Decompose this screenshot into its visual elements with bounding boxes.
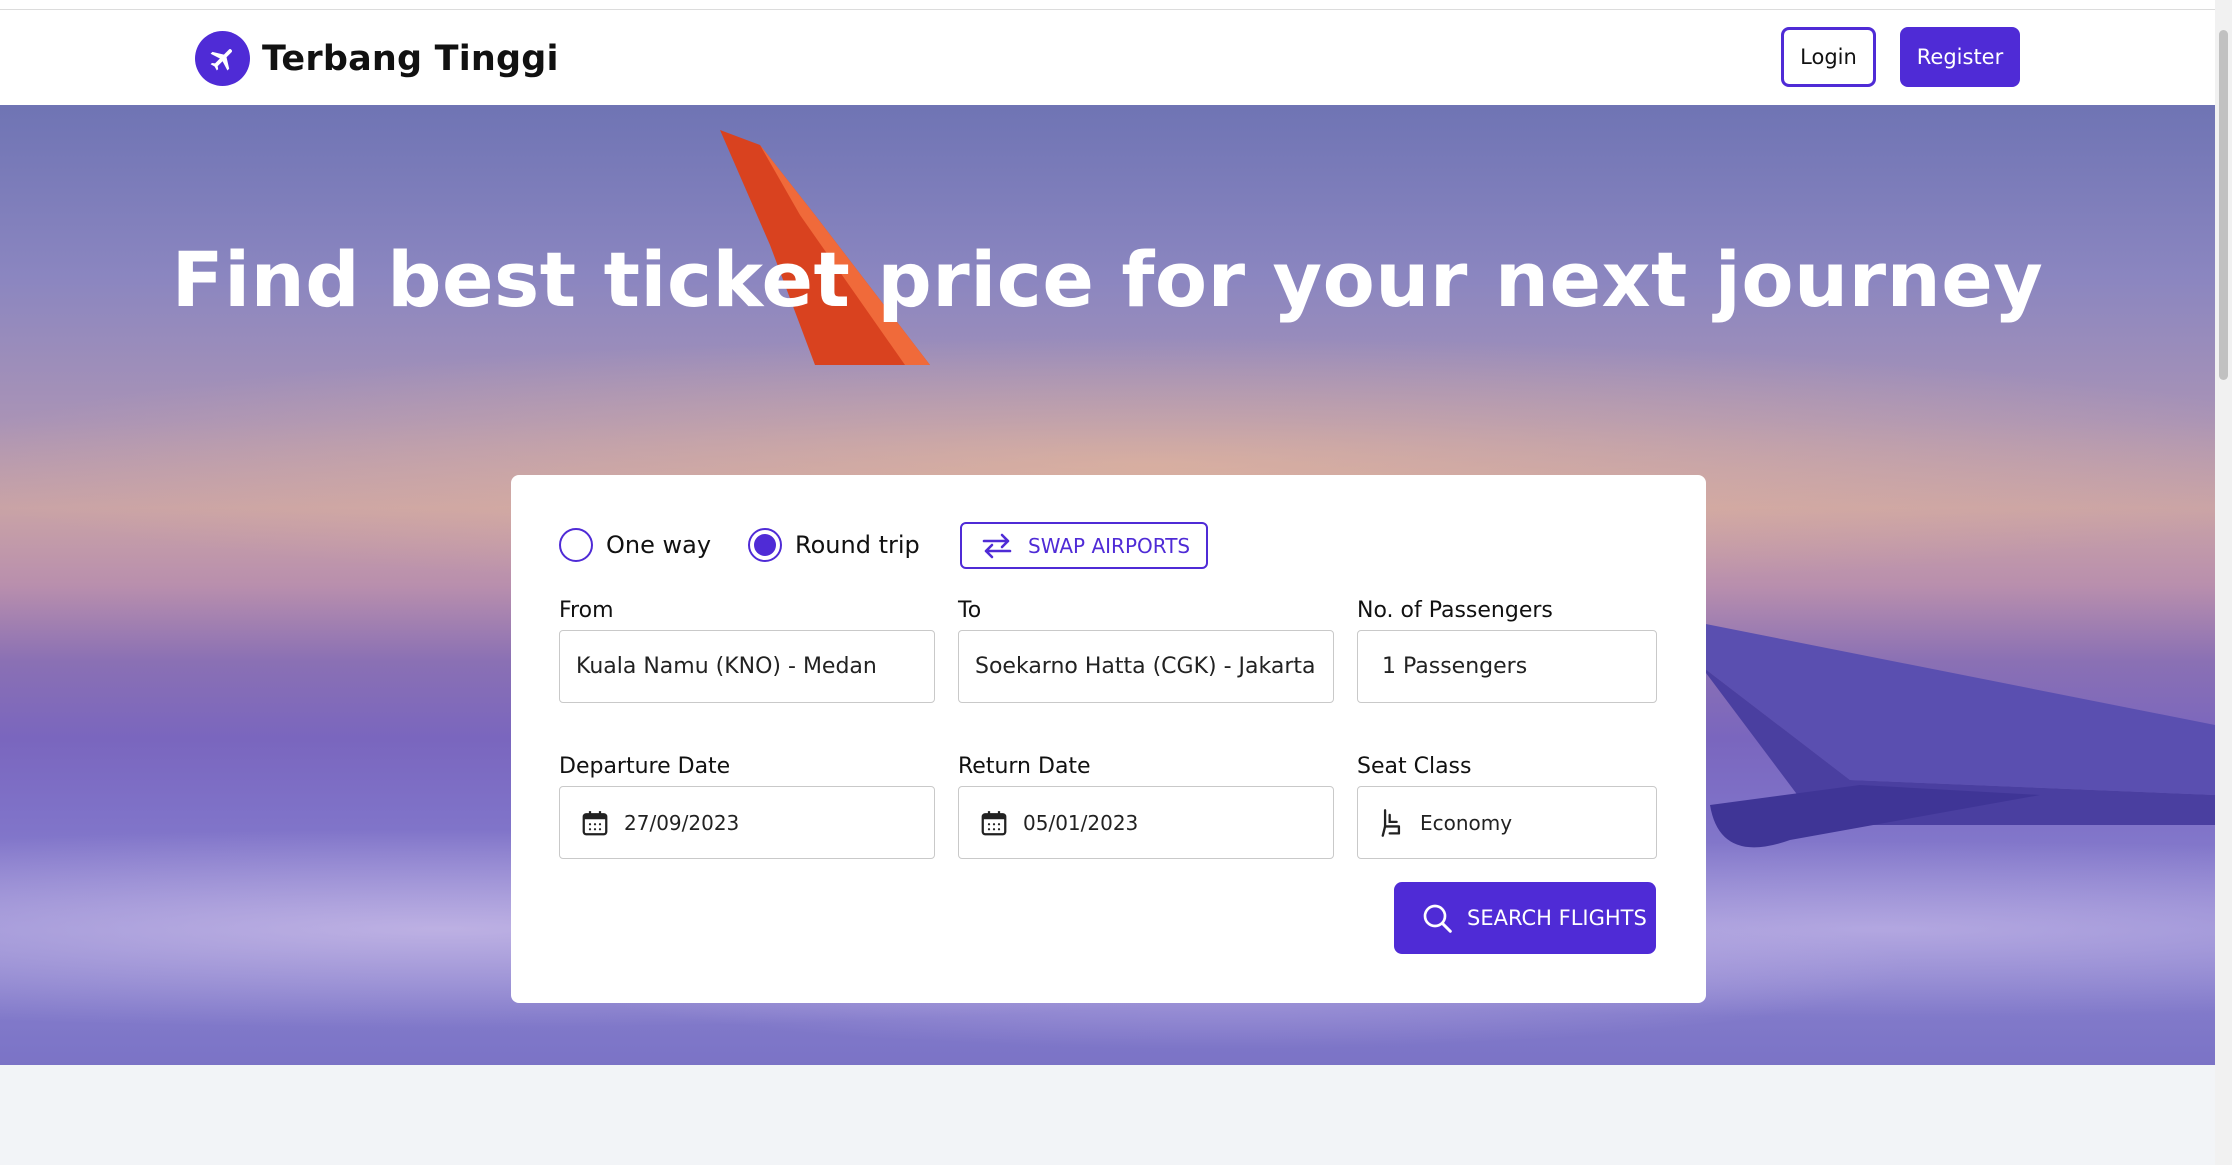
swap-arrows-icon (982, 533, 1012, 558)
page-scrollbar[interactable] (2215, 0, 2232, 1165)
seat-class-label: Seat Class (1357, 754, 1472, 779)
trip-type-round-trip[interactable]: Round trip (748, 528, 920, 562)
hero-title: Find best ticket price for your next jou… (171, 235, 2044, 324)
passengers-label: No. of Passengers (1357, 598, 1553, 623)
trip-type-label: One way (606, 531, 712, 559)
swap-airports-button[interactable]: SWAP AIRPORTS (960, 522, 1208, 569)
login-button[interactable]: Login (1781, 27, 1876, 87)
passengers-value: 1 Passengers (1382, 654, 1528, 679)
radio-checked-icon[interactable] (748, 528, 782, 562)
passengers-field[interactable]: 1 Passengers (1357, 630, 1657, 703)
calendar-icon (979, 808, 1009, 838)
from-label: From (559, 598, 614, 623)
flight-search-card: One way Round trip SWAP AIRPORTS From Ku… (511, 475, 1706, 1003)
return-date-label: Return Date (958, 754, 1091, 779)
departure-date-label: Departure Date (559, 754, 731, 779)
airplane-icon (195, 31, 250, 86)
departure-date-value: 27/09/2023 (624, 810, 740, 835)
departure-date-field[interactable]: 27/09/2023 (559, 786, 935, 859)
navbar: Terbang Tinggi Login Register (0, 10, 2215, 105)
trip-type-label: Round trip (795, 531, 920, 559)
calendar-icon (580, 808, 610, 838)
hero-section: Find best ticket price for your next jou… (0, 105, 2215, 1065)
search-flights-button[interactable]: SEARCH FLIGHTS (1394, 882, 1656, 954)
return-date-value: 05/01/2023 (1023, 810, 1139, 835)
to-label: To (958, 598, 982, 623)
scrollbar-thumb[interactable] (2219, 30, 2228, 380)
from-field[interactable]: Kuala Namu (KNO) - Medan (559, 630, 935, 703)
search-icon (1423, 904, 1452, 933)
brand-name: Terbang Tinggi (262, 38, 559, 79)
from-value: Kuala Namu (KNO) - Medan (576, 654, 877, 679)
swap-airports-label: SWAP AIRPORTS (1028, 533, 1191, 558)
return-date-field[interactable]: 05/01/2023 (958, 786, 1334, 859)
page-lower-section (0, 1065, 2215, 1165)
brand[interactable]: Terbang Tinggi (195, 31, 559, 86)
seat-class-field[interactable]: Economy (1357, 786, 1657, 859)
seat-icon (1378, 808, 1406, 838)
trip-type-one-way[interactable]: One way (559, 528, 711, 562)
search-flights-label: SEARCH FLIGHTS (1467, 906, 1647, 930)
radio-unchecked-icon[interactable] (559, 528, 593, 562)
to-value: Soekarno Hatta (CGK) - Jakarta (975, 654, 1316, 679)
seat-class-value: Economy (1420, 810, 1513, 835)
register-button[interactable]: Register (1900, 27, 2020, 87)
to-field[interactable]: Soekarno Hatta (CGK) - Jakarta (958, 630, 1334, 703)
browser-top-border (0, 0, 2215, 10)
